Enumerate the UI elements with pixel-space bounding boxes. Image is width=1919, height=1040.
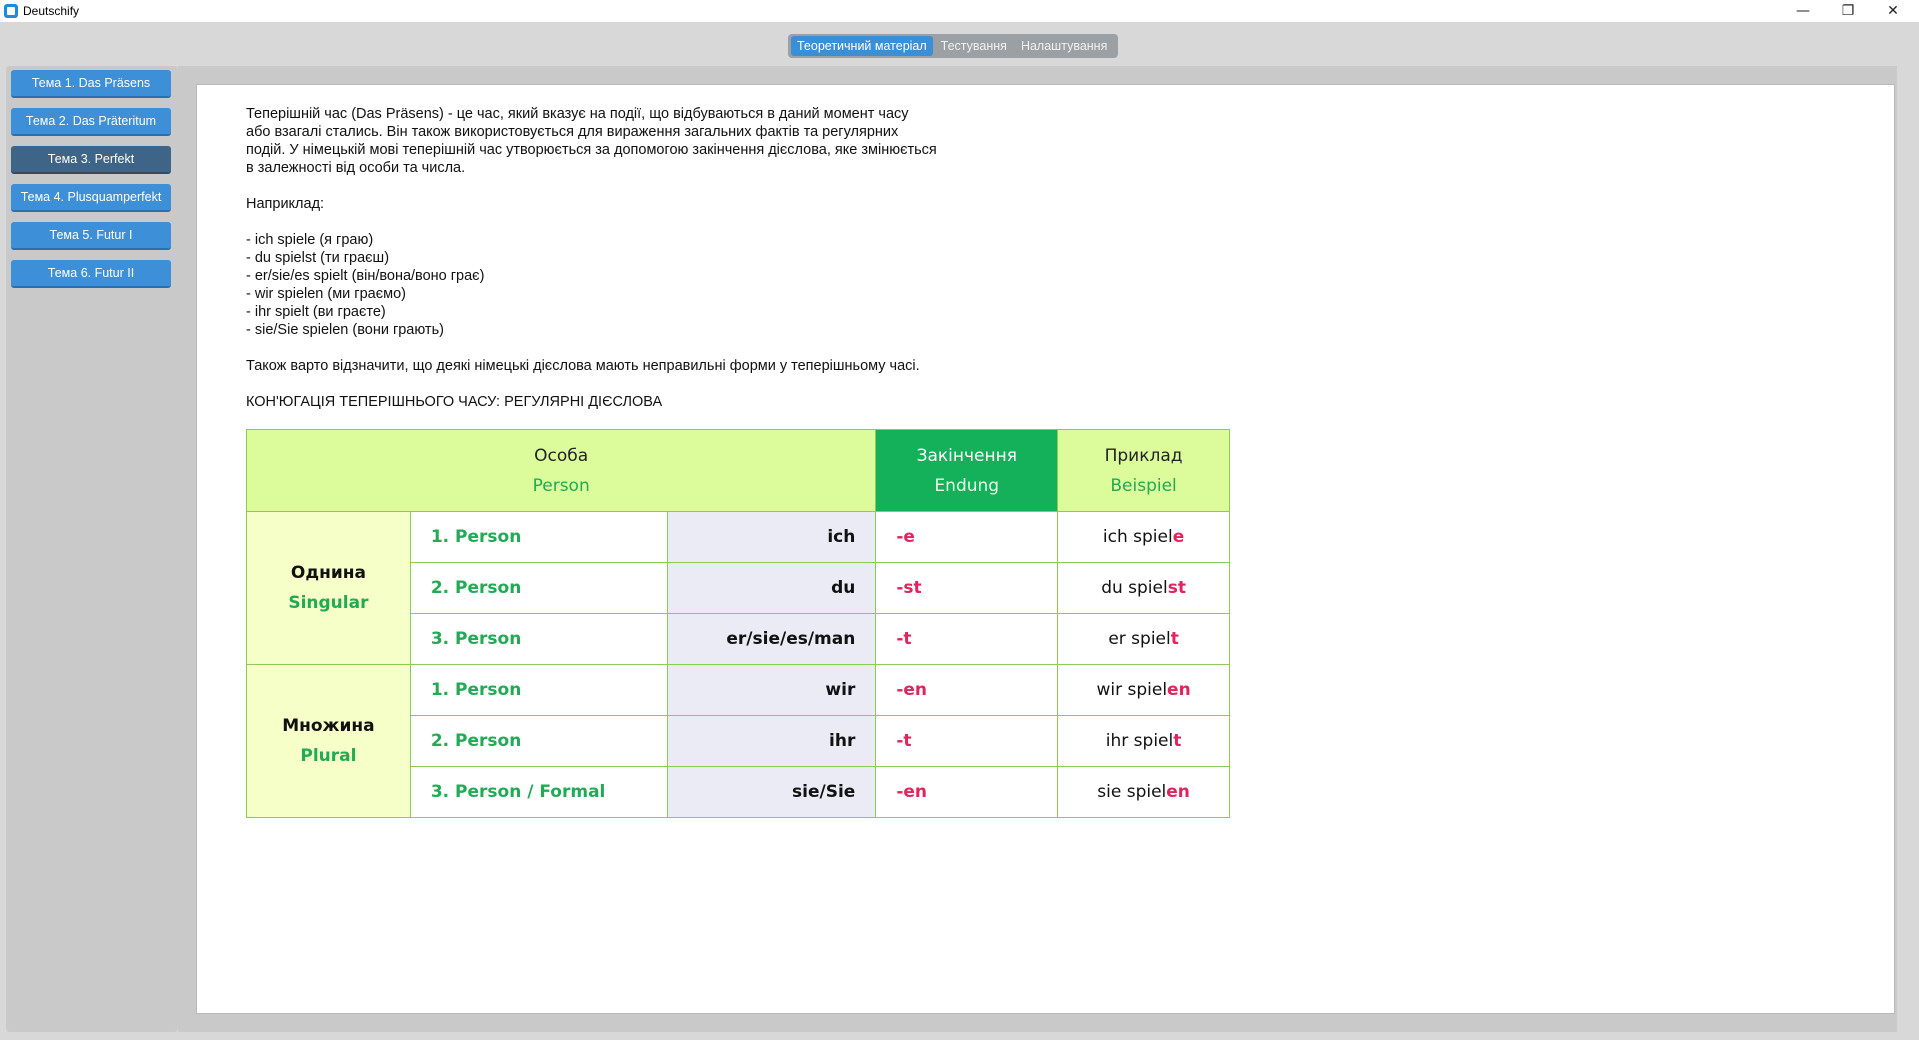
example-ending: t <box>1170 629 1179 649</box>
person-cell: 3. Person / Formal <box>409 766 669 818</box>
close-button[interactable]: ✕ <box>1871 0 1915 22</box>
group-plural-main: Множина <box>282 716 375 736</box>
example-stem: wir spiel <box>1096 680 1168 700</box>
pronoun-cell: sie/Sie <box>667 766 877 818</box>
example-line: - er/sie/es spielt (він/вона/воно грає) <box>246 268 485 284</box>
header-person-sub: Person <box>532 475 590 496</box>
example-stem: sie spiel <box>1097 782 1167 802</box>
pronoun-cell: ich <box>667 511 877 563</box>
example-ending: t <box>1173 731 1182 751</box>
group-singular-main: Однина <box>290 563 366 583</box>
ending-cell: -t <box>875 613 1059 665</box>
example-ending: e <box>1172 527 1185 547</box>
example-line: - ihr spielt (ви граєте) <box>246 304 386 320</box>
example-stem: ihr spiel <box>1105 731 1174 751</box>
person-cell: 1. Person <box>409 511 669 563</box>
tab-testing[interactable]: Тестування <box>935 36 1013 56</box>
maximize-button[interactable]: ❐ <box>1826 0 1870 22</box>
table-header-row: Особа Person Закінчення Endung Приклад B… <box>245 429 1230 512</box>
tab-settings[interactable]: Налаштування <box>1015 36 1113 56</box>
pronoun-cell: du <box>667 562 877 614</box>
example-line: - ich spiele (я граю) <box>246 232 374 248</box>
header-person: Особа Person <box>245 429 877 512</box>
intro-line: подій. У німецькій мові теперішній час у… <box>246 142 937 158</box>
header-example-main: Приклад <box>1104 445 1183 466</box>
example-ending: en <box>1167 680 1191 700</box>
example-stem: er spiel <box>1108 629 1171 649</box>
example-cell: du spielst <box>1057 562 1230 614</box>
person-cell: 1. Person <box>409 664 669 716</box>
header-example-sub: Beispiel <box>1110 475 1177 496</box>
table-row: Множина Plural 1. Person wir -en wir spi… <box>246 664 1230 818</box>
note-text: Також варто відзначити, що деякі німецьк… <box>246 358 920 374</box>
sidebar-item-topic-5[interactable]: Тема 5. Futur I <box>11 222 171 250</box>
example-cell: ihr spielt <box>1057 715 1230 767</box>
minimize-button[interactable]: — <box>1781 0 1825 22</box>
person-cell: 2. Person <box>409 562 669 614</box>
ending-cell: -en <box>875 664 1059 716</box>
header-ending-sub: Endung <box>934 475 1000 496</box>
tab-bar: Теоретичний матеріал Тестування Налаштув… <box>788 34 1119 58</box>
example-ending: en <box>1166 782 1190 802</box>
content-panel[interactable]: Теперішній час (Das Präsens) - це час, я… <box>196 84 1895 1014</box>
theory-text: Теперішній час (Das Präsens) - це час, я… <box>246 105 937 411</box>
window-title: Deutschify <box>23 4 80 18</box>
example-line: - sie/Sie spielen (вони грають) <box>246 322 444 338</box>
pronoun-cell: wir <box>667 664 877 716</box>
group-singular-sub: Singular <box>288 593 369 613</box>
example-cell: ich spiele <box>1057 511 1230 563</box>
intro-line: Теперішній час (Das Präsens) - це час, я… <box>246 106 909 122</box>
sidebar-item-topic-3[interactable]: Тема 3. Perfekt <box>11 146 171 174</box>
header-example: Приклад Beispiel <box>1057 429 1230 512</box>
header-ending-main: Закінчення <box>916 445 1017 466</box>
group-singular: Однина Singular <box>246 511 411 665</box>
sidebar-item-topic-1[interactable]: Тема 1. Das Präsens <box>11 70 171 98</box>
sidebar-item-topic-4[interactable]: Тема 4. Plusquamperfekt <box>11 184 171 212</box>
sidebar: Тема 1. Das Präsens Тема 2. Das Präterit… <box>6 66 178 1032</box>
tab-theory[interactable]: Теоретичний матеріал <box>791 36 933 56</box>
person-cell: 2. Person <box>409 715 669 767</box>
pronoun-cell: ihr <box>667 715 877 767</box>
table-row: Однина Singular 1. Person ich -e ich spi… <box>246 511 1230 665</box>
person-cell: 3. Person <box>409 613 669 665</box>
ending-cell: -t <box>875 715 1059 767</box>
group-plural: Множина Plural <box>246 664 411 818</box>
group-plural-sub: Plural <box>300 746 357 766</box>
example-ending: st <box>1167 578 1186 598</box>
app-icon <box>4 4 18 18</box>
example-label: Наприклад: <box>246 196 325 212</box>
example-cell: wir spielen <box>1057 664 1230 716</box>
table-heading: КОН'ЮГАЦІЯ ТЕПЕРІШНЬОГО ЧАСУ: РЕГУЛЯРНІ … <box>246 394 663 410</box>
example-stem: ich spiel <box>1102 527 1173 547</box>
ending-cell: -st <box>875 562 1059 614</box>
intro-line: в залежності від особи та числа. <box>246 160 466 176</box>
example-line: - du spielst (ти граєш) <box>246 250 390 266</box>
sidebar-item-topic-6[interactable]: Тема 6. Futur II <box>11 260 171 288</box>
ending-cell: -en <box>875 766 1059 818</box>
intro-line: або взагалі стались. Він також використо… <box>246 124 899 140</box>
title-bar: Deutschify — ❐ ✕ <box>0 0 1919 22</box>
header-ending: Закінчення Endung <box>875 429 1059 512</box>
ending-cell: -e <box>875 511 1059 563</box>
example-cell: sie spielen <box>1057 766 1230 818</box>
pronoun-cell: er/sie/es/man <box>667 613 877 665</box>
example-stem: du spiel <box>1101 578 1168 598</box>
example-line: - wir spielen (ми граємо) <box>246 286 406 302</box>
sidebar-item-topic-2[interactable]: Тема 2. Das Präteritum <box>11 108 171 136</box>
conjugation-table: Особа Person Закінчення Endung Приклад B… <box>245 429 1230 818</box>
example-cell: er spielt <box>1057 613 1230 665</box>
header-person-main: Особа <box>534 445 589 466</box>
